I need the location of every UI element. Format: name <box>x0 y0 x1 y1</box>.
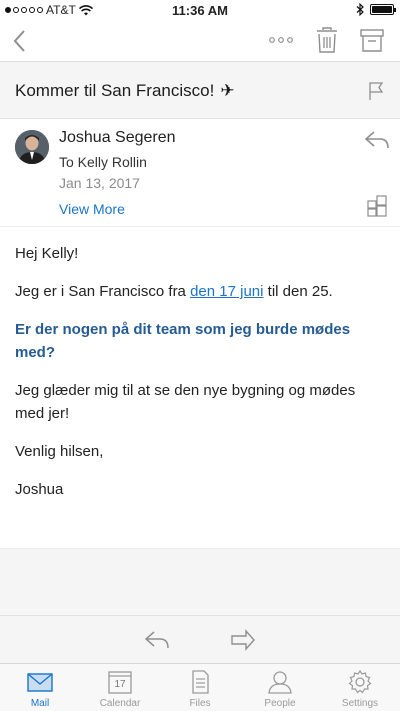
tab-label: People <box>264 698 296 709</box>
subject-text: Kommer til San Francisco! <box>15 81 215 100</box>
archive-icon <box>360 29 384 52</box>
status-indicators <box>356 3 396 16</box>
more-options-button[interactable] <box>268 30 294 50</box>
sender-header: Joshua Segeren To Kelly Rollin Jan 13, 2… <box>0 119 400 227</box>
tab-mail[interactable]: Mail <box>0 664 80 711</box>
body-paragraph-1: Jeg er i San Francisco fra den 17 juni t… <box>15 280 385 303</box>
message-toolbar <box>0 20 400 62</box>
calendar-day: 17 <box>114 679 126 690</box>
people-icon <box>268 671 292 694</box>
flag-button[interactable] <box>366 81 386 101</box>
email-subject: Kommer til San Francisco! ✈ <box>15 81 235 101</box>
gear-icon <box>348 670 372 694</box>
tab-calendar[interactable]: 17 Calendar <box>80 664 160 711</box>
tab-bar: Mail 17 Calendar Files People Settings <box>0 663 400 711</box>
signature: Joshua <box>15 481 64 498</box>
email-date: Jan 13, 2017 <box>59 175 140 191</box>
reply-button[interactable] <box>364 129 390 151</box>
sender-name[interactable]: Joshua Segeren <box>59 129 176 147</box>
battery-icon <box>370 4 396 15</box>
body-text: til den 25. <box>263 283 333 300</box>
avatar-photo <box>15 130 49 164</box>
body-paragraph-2: Jeg glæder mig til at se den nye bygning… <box>15 382 356 422</box>
status-bar: AT&T 11:36 AM <box>0 0 400 20</box>
tab-label: Files <box>189 698 211 709</box>
tab-label: Calendar <box>99 698 141 709</box>
email-body: Hej Kelly! Jeg er i San Francisco fra de… <box>0 228 400 548</box>
add-ins-icon <box>367 195 387 217</box>
delete-button[interactable] <box>314 26 340 54</box>
previous-message-button[interactable] <box>144 629 170 651</box>
tab-people[interactable]: People <box>240 664 320 711</box>
forward-button[interactable] <box>230 629 256 651</box>
tab-settings[interactable]: Settings <box>320 664 400 711</box>
add-ins-button[interactable] <box>367 195 389 217</box>
back-button[interactable] <box>10 26 30 56</box>
greeting: Hej Kelly! <box>15 245 79 262</box>
status-time: 11:36 AM <box>172 3 228 18</box>
airplane-icon: ✈ <box>220 81 235 100</box>
view-more-link[interactable]: View More <box>59 201 125 217</box>
tab-label: Settings <box>341 698 379 709</box>
archive-button[interactable] <box>358 27 386 53</box>
forward-icon <box>231 629 255 651</box>
avatar[interactable] <box>15 130 49 164</box>
mail-icon <box>27 673 53 692</box>
chevron-left-icon <box>13 30 25 52</box>
question-paragraph: Er der nogen på dit team som jeg burde m… <box>15 321 351 361</box>
empty-area <box>0 548 400 615</box>
flag-icon <box>369 82 384 100</box>
bluetooth-icon <box>356 3 364 16</box>
body-text: Jeg er i San Francisco fra <box>15 283 191 300</box>
subject-bar: Kommer til San Francisco! ✈ <box>0 62 400 119</box>
tab-files[interactable]: Files <box>160 664 240 711</box>
trash-icon <box>317 27 337 53</box>
recipient: To Kelly Rollin <box>59 154 147 170</box>
message-navigation <box>0 615 400 663</box>
tab-label: Mail <box>30 698 50 709</box>
ellipsis-icon <box>269 37 293 43</box>
calendar-icon: 17 <box>107 670 133 694</box>
reply-arrow-icon <box>144 631 169 649</box>
closing: Venlig hilsen, <box>15 443 104 460</box>
reply-icon <box>364 131 389 149</box>
date-link[interactable]: den 17 juni <box>190 283 263 300</box>
files-icon <box>192 670 209 694</box>
